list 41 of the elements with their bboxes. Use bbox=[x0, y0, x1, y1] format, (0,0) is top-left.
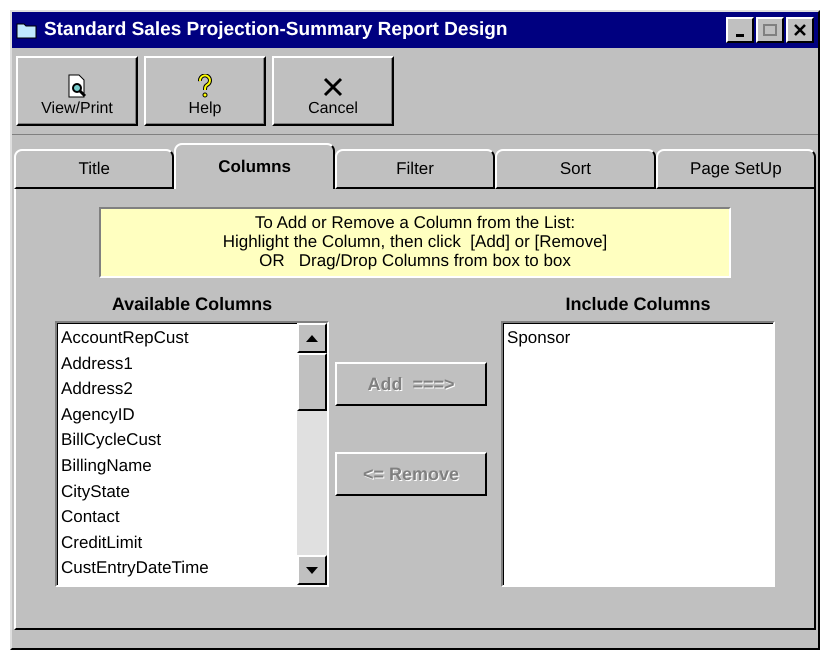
list-item[interactable]: CustEntryDateTime bbox=[61, 555, 293, 581]
list-label: Available Columns bbox=[112, 294, 272, 315]
toolbar-button[interactable]: Help bbox=[144, 56, 266, 126]
close-icon bbox=[794, 24, 806, 36]
list-item[interactable]: CityState bbox=[61, 478, 293, 504]
list-item[interactable]: Sponsor bbox=[507, 325, 769, 351]
scroll-thumb[interactable] bbox=[297, 353, 327, 411]
list-item[interactable]: AgencyID bbox=[61, 402, 293, 428]
close-button[interactable] bbox=[786, 17, 814, 43]
tab[interactable]: Title bbox=[14, 149, 174, 189]
maximize-button[interactable] bbox=[756, 17, 784, 43]
tab[interactable]: Sort bbox=[495, 149, 656, 189]
list-label: Include Columns bbox=[565, 294, 710, 315]
scroll-down-icon bbox=[306, 566, 318, 574]
question-mark-icon bbox=[197, 74, 213, 98]
scrollbar[interactable] bbox=[297, 323, 327, 585]
list-item[interactable]: Address2 bbox=[61, 376, 293, 402]
list-item[interactable]: Contact bbox=[61, 504, 293, 530]
list-item[interactable]: CreditLimit bbox=[61, 530, 293, 556]
scroll-up-icon bbox=[306, 334, 318, 342]
list-item[interactable]: BillingName bbox=[61, 452, 293, 479]
minimize-icon bbox=[736, 34, 744, 36]
tab[interactable]: Page SetUp bbox=[656, 149, 816, 189]
toolbar-button[interactable]: View/Print bbox=[16, 56, 138, 126]
document-magnifier-icon bbox=[66, 74, 88, 98]
list-item[interactable]: BillCycleCust bbox=[61, 427, 293, 453]
x-mark-icon bbox=[322, 76, 344, 98]
instruction-text: OR Drag/Drop Columns from box to box bbox=[259, 251, 571, 270]
window-title: Standard Sales Projection-Summary Report Design bbox=[44, 19, 509, 41]
maximize-icon bbox=[763, 24, 777, 36]
tab[interactable]: Filter bbox=[334, 149, 496, 189]
instruction-text: Highlight the Column, then click [Add] or [Remove] bbox=[222, 232, 608, 251]
instruction-text: To Add or Remove a Column from the List: bbox=[254, 213, 576, 232]
list-item[interactable]: Address1 bbox=[61, 350, 293, 376]
include-columns-list[interactable]: Sponsor bbox=[501, 321, 775, 587]
minimize-button[interactable] bbox=[726, 17, 754, 43]
available-columns-list[interactable]: AccountRepCust Address1 Address2 AgencyID BillCycleCust BillingName CityState Contact CreditLimit CustEntryDateTime bbox=[55, 321, 329, 587]
window-icon bbox=[16, 21, 38, 39]
list-item[interactable]: AccountRepCust bbox=[61, 325, 293, 351]
toolbar-button[interactable]: Cancel bbox=[272, 56, 394, 126]
tab[interactable]: Columns bbox=[174, 143, 335, 189]
